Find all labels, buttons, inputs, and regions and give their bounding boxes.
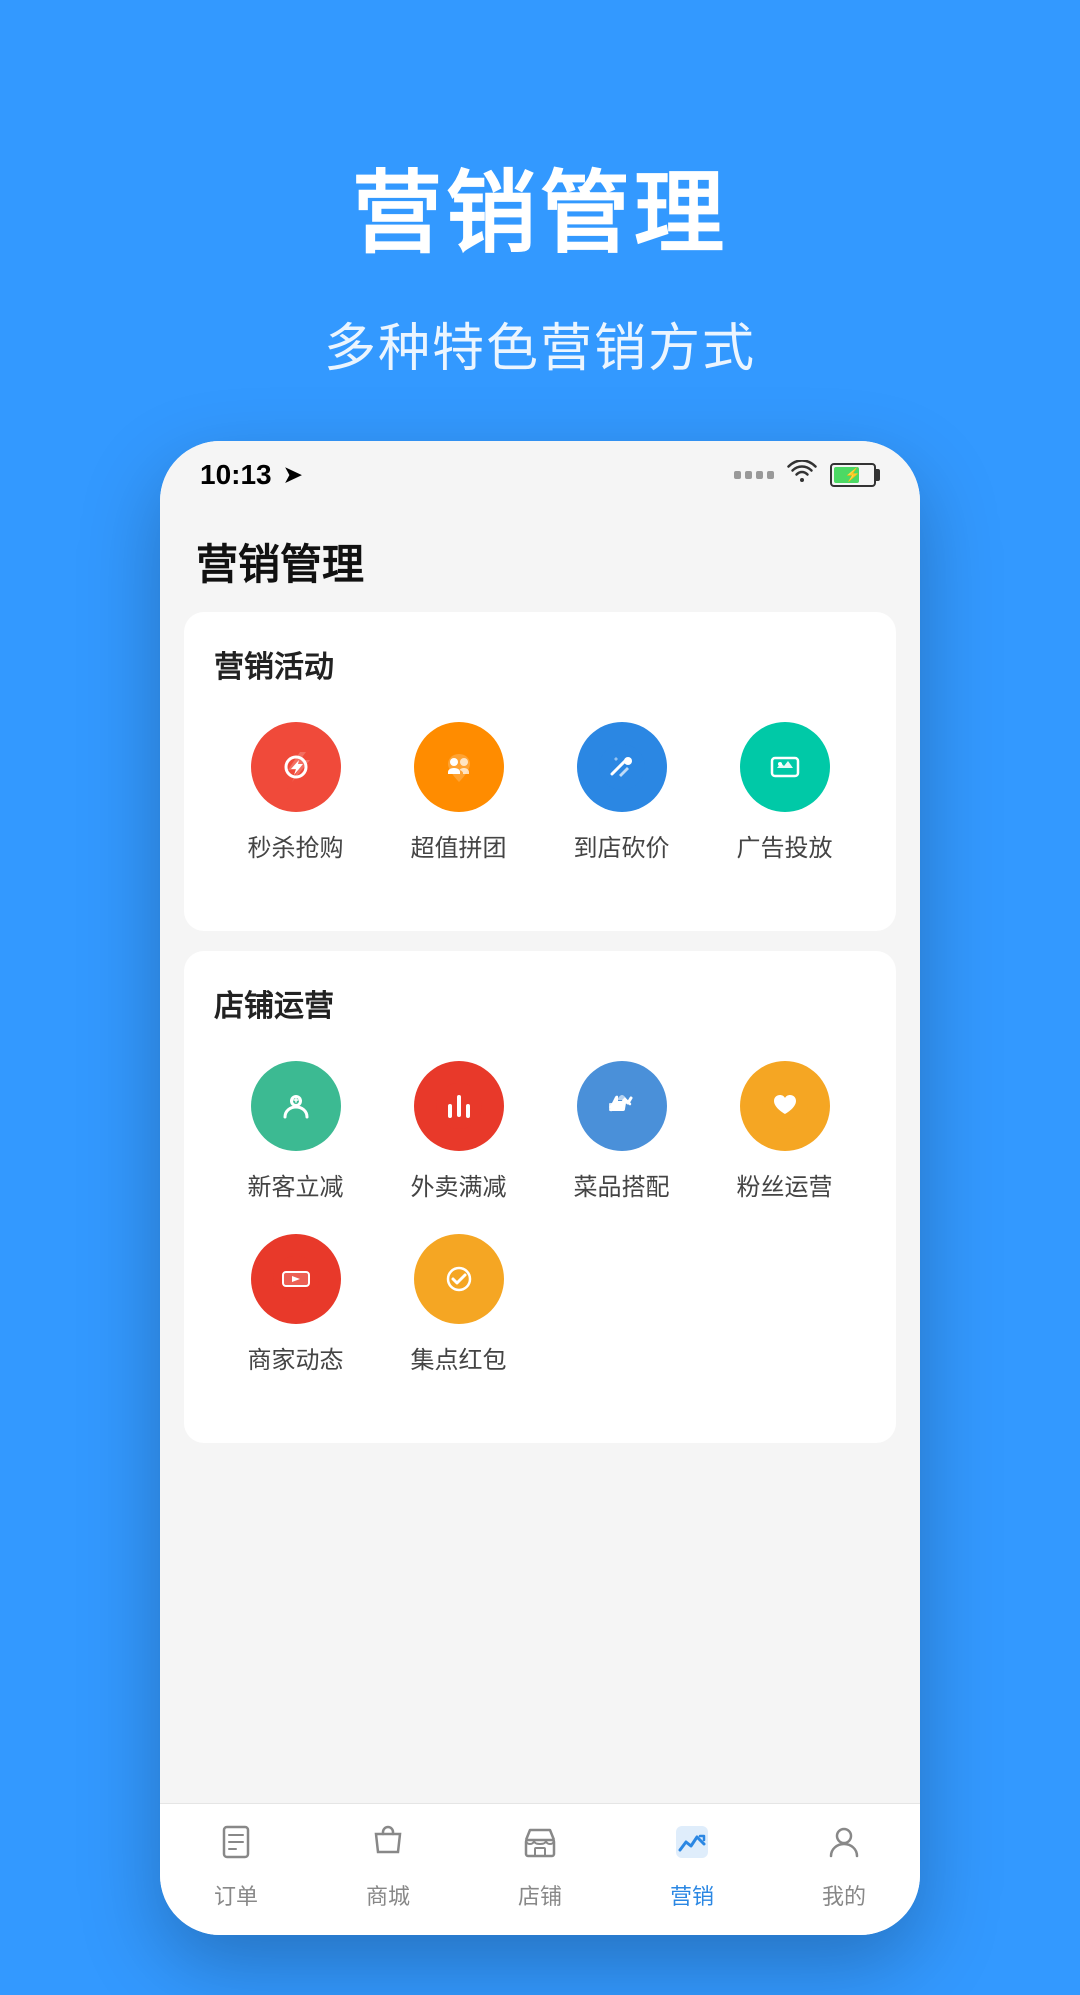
mall-label: 商城 [366,1879,410,1911]
location-arrow-icon: ➤ [284,462,302,488]
nav-orders[interactable]: 订单 [186,1822,286,1911]
price-cut-item[interactable]: 到店砍价 [540,722,703,863]
store-operations-grid: 新客立减 外卖满减 [214,1061,866,1407]
status-icons: ⚡ [734,460,880,491]
store-label: 店铺 [518,1879,562,1911]
ad-placement-label: 广告投放 [737,828,833,863]
price-cut-label: 到店砍价 [574,828,670,863]
phone-mockup: 10:13 ➤ [160,441,920,1935]
ad-placement-item[interactable]: 广告投放 [703,722,866,863]
delivery-discount-label: 外卖满减 [411,1167,507,1202]
page-header: 营销管理 多种特色营销方式 [0,0,1080,441]
merchant-news-icon [251,1234,341,1324]
fans-ops-label: 粉丝运营 [737,1167,833,1202]
menu-combo-label: 菜品搭配 [574,1167,670,1202]
status-bar: 10:13 ➤ [160,441,920,503]
delivery-discount-item[interactable]: 外卖满减 [377,1061,540,1202]
marketing-activities-grid: 秒杀抢购 [214,722,866,895]
app-content: 营销管理 营销活动 [160,503,920,1803]
bottom-nav: 订单 商城 [160,1803,920,1935]
marketing-icon [672,1822,712,1871]
mall-icon [368,1822,408,1871]
orders-label: 订单 [214,1879,258,1911]
flash-sale-label: 秒杀抢购 [248,828,344,863]
battery-icon: ⚡ [830,463,880,487]
nav-marketing[interactable]: 营销 [642,1822,742,1911]
flash-sale-item[interactable]: 秒杀抢购 [214,722,377,863]
nav-mine[interactable]: 我的 [794,1822,894,1911]
nav-mall[interactable]: 商城 [338,1822,438,1911]
marketing-activities-card: 营销活动 秒杀抢购 [184,612,896,931]
new-customer-label: 新客立减 [248,1167,344,1202]
delivery-discount-icon [414,1061,504,1151]
mine-icon [824,1822,864,1871]
marketing-label: 营销 [670,1879,714,1911]
store-icon [520,1822,560,1871]
status-time: 10:13 ➤ [200,459,302,491]
ad-placement-icon [740,722,830,812]
nav-store[interactable]: 店铺 [490,1822,590,1911]
flash-sale-icon [251,722,341,812]
stamp-redpack-label: 集点红包 [411,1340,507,1375]
stamp-redpack-item[interactable]: 集点红包 [377,1234,540,1375]
menu-combo-icon [577,1061,667,1151]
store-operations-card: 店铺运营 新客立减 [184,951,896,1443]
merchant-news-item[interactable]: 商家动态 [214,1234,377,1375]
wifi-icon [786,460,818,491]
price-cut-icon [577,722,667,812]
signal-icon [734,471,774,479]
fans-ops-item[interactable]: 粉丝运营 [703,1061,866,1202]
mine-label: 我的 [822,1879,866,1911]
orders-icon [216,1822,256,1871]
store-operations-title: 店铺运营 [214,981,866,1025]
fans-ops-icon [740,1061,830,1151]
group-buy-icon [414,722,504,812]
merchant-news-label: 商家动态 [248,1340,344,1375]
stamp-redpack-icon [414,1234,504,1324]
app-header: 营销管理 [160,503,920,612]
marketing-activities-title: 营销活动 [214,642,866,686]
menu-combo-item[interactable]: 菜品搭配 [540,1061,703,1202]
app-header-title: 营销管理 [196,531,884,592]
new-customer-item[interactable]: 新客立减 [214,1061,377,1202]
group-buy-item[interactable]: 超值拼团 [377,722,540,863]
page-subtitle: 多种特色营销方式 [0,306,1080,381]
new-customer-icon [251,1061,341,1151]
page-title: 营销管理 [0,140,1080,270]
group-buy-label: 超值拼团 [411,828,507,863]
